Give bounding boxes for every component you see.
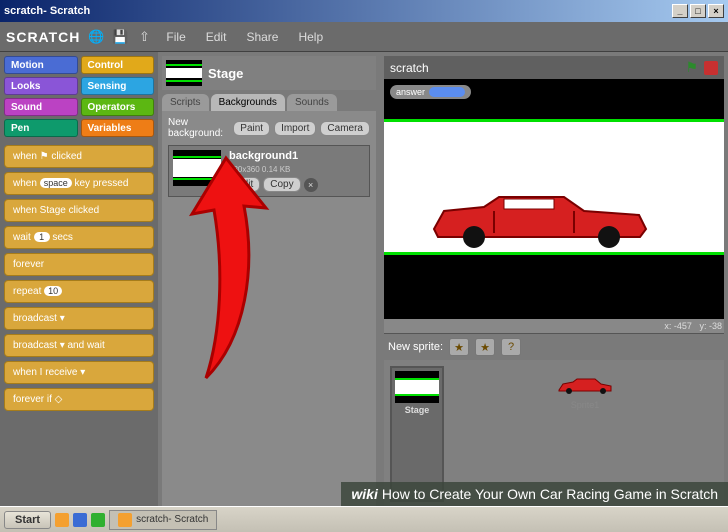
block-broadcast[interactable]: broadcast ▾: [4, 307, 154, 330]
bg-copy-button[interactable]: Copy: [263, 177, 300, 192]
menu-edit[interactable]: Edit: [200, 28, 233, 46]
globe-icon[interactable]: 🌐: [88, 29, 104, 45]
answer-value: [429, 87, 465, 97]
sprite-thumbnail[interactable]: [555, 376, 615, 396]
block-forever-if[interactable]: forever if ◇: [4, 388, 154, 411]
block-when-stage-clicked[interactable]: when Stage clicked: [4, 199, 154, 222]
car-sprite: [424, 189, 654, 249]
start-button[interactable]: Start: [4, 511, 51, 529]
maximize-button[interactable]: □: [690, 4, 706, 18]
window-titlebar: scratch- Scratch _ □ ×: [0, 0, 728, 22]
block-wait-secs[interactable]: wait 1 secs: [4, 226, 154, 249]
category-motion[interactable]: Motion: [4, 56, 78, 74]
block-when-flag-clicked[interactable]: when ⚑ clicked: [4, 145, 154, 168]
new-background-label: New background:: [168, 117, 229, 139]
block-repeat[interactable]: repeat 10: [4, 280, 154, 303]
bg-delete-button[interactable]: ×: [304, 178, 318, 192]
wikihow-logo: wiki: [351, 486, 377, 502]
menu-file[interactable]: File: [160, 28, 191, 46]
tab-scripts[interactable]: Scripts: [162, 94, 209, 111]
background-meta: 480x360 0.14 KB: [229, 165, 318, 174]
stop-icon[interactable]: [704, 61, 718, 75]
category-pen[interactable]: Pen: [4, 119, 78, 137]
new-sprite-label: New sprite:: [388, 341, 443, 353]
mouse-coords: x: -457 y: -38: [384, 319, 724, 333]
answer-monitor[interactable]: answer: [390, 85, 471, 99]
close-button[interactable]: ×: [708, 4, 724, 18]
random-sprite-button[interactable]: ?: [501, 338, 521, 356]
block-broadcast-wait[interactable]: broadcast ▾ and wait: [4, 334, 154, 357]
paint-sprite-button[interactable]: ★: [449, 338, 469, 356]
minimize-button[interactable]: _: [672, 4, 688, 18]
wikihow-watermark: wiki How to Create Your Own Car Racing G…: [341, 482, 728, 506]
app-toolbar: SCRATCH 🌐 💾 ⇧ File Edit Share Help: [0, 22, 728, 52]
background-thumb: [173, 150, 221, 186]
import-button[interactable]: Import: [274, 121, 316, 136]
tab-sounds[interactable]: Sounds: [287, 94, 337, 111]
category-sensing[interactable]: Sensing: [81, 77, 155, 95]
background-item[interactable]: background1 480x360 0.14 KB Edit Copy ×: [168, 145, 370, 197]
stage-thumb-header: [166, 60, 202, 86]
background-name: background1: [229, 150, 318, 162]
camera-button[interactable]: Camera: [320, 121, 370, 136]
bg-edit-button[interactable]: Edit: [229, 177, 260, 192]
block-when-key-pressed[interactable]: when space key pressed: [4, 172, 154, 195]
category-variables[interactable]: Variables: [81, 119, 155, 137]
sprite-name: Sprite1: [571, 400, 600, 410]
answer-label: answer: [396, 87, 425, 97]
category-grid: Motion Control Looks Sensing Sound Opera…: [4, 56, 154, 137]
quicklaunch-icon[interactable]: [73, 513, 87, 527]
quicklaunch-icon[interactable]: [55, 513, 69, 527]
category-sound[interactable]: Sound: [4, 98, 78, 116]
menu-help[interactable]: Help: [292, 28, 329, 46]
choose-sprite-button[interactable]: ★: [475, 338, 495, 356]
paint-button[interactable]: Paint: [233, 121, 270, 136]
wikihow-text: How to Create Your Own Car Racing Game i…: [382, 486, 718, 502]
block-when-receive[interactable]: when I receive ▾: [4, 361, 154, 384]
project-name: scratch: [390, 61, 679, 75]
category-looks[interactable]: Looks: [4, 77, 78, 95]
stage-panel: scratch ⚑ answer x: -457 y: -38: [380, 52, 728, 512]
upload-icon[interactable]: ⇧: [136, 29, 152, 45]
block-forever[interactable]: forever: [4, 253, 154, 276]
windows-taskbar: Start scratch- Scratch: [0, 506, 728, 532]
quicklaunch-icon[interactable]: [91, 513, 105, 527]
category-control[interactable]: Control: [81, 56, 155, 74]
category-operators[interactable]: Operators: [81, 98, 155, 116]
center-panel: Stage Scripts Backgrounds Sounds New bac…: [158, 52, 380, 512]
tab-backgrounds[interactable]: Backgrounds: [211, 94, 285, 111]
stage-title: Stage: [208, 66, 243, 81]
stage-view[interactable]: answer: [384, 79, 724, 319]
app-icon: [118, 513, 132, 527]
window-title: scratch- Scratch: [4, 5, 90, 17]
taskbar-item[interactable]: scratch- Scratch: [109, 510, 217, 530]
menu-share[interactable]: Share: [240, 28, 284, 46]
block-palette: Motion Control Looks Sensing Sound Opera…: [0, 52, 158, 512]
green-flag-icon[interactable]: ⚑: [685, 59, 698, 76]
scratch-logo: SCRATCH: [6, 29, 80, 45]
save-icon[interactable]: 💾: [112, 29, 128, 45]
